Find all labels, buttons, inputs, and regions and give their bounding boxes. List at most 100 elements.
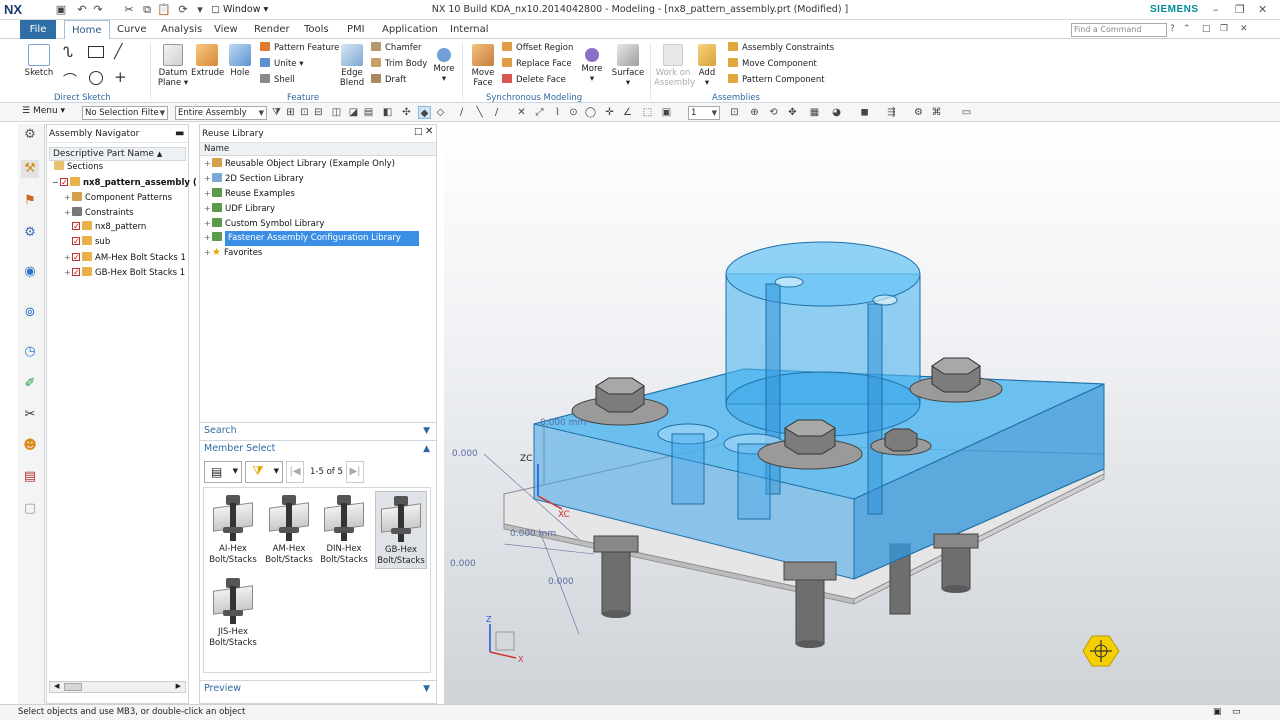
pattern-feature-button[interactable]: Pattern Feature [260, 41, 339, 55]
tree-node-nx8-pattern-assembly[interactable]: − nx8_pattern_assembly ( [52, 175, 197, 190]
restore-button[interactable]: ❐ [1235, 3, 1245, 16]
fit-view-icon[interactable]: ⊡ [728, 106, 741, 119]
select-all-icon[interactable]: ⊡ [298, 106, 311, 119]
visibility-checkbox[interactable] [72, 265, 80, 280]
tab-tools[interactable]: Tools [297, 20, 336, 39]
snap-point-icon[interactable]: ⊙ [567, 106, 580, 119]
feature-more-button[interactable]: More ▾ [431, 44, 457, 84]
history-icon[interactable]: ◷ [21, 343, 39, 361]
member-tile[interactable]: GB-Hex Bolt/Stacks [375, 491, 427, 569]
deselect-icon[interactable]: ⊟ [312, 106, 325, 119]
type-filter-dropdown[interactable]: No Selection Filte ▼ [82, 106, 168, 120]
tree-node-gb-hex-bolt-stacks[interactable]: + GB-Hex Bolt Stacks 1 [64, 265, 185, 280]
system-materials-icon[interactable]: ▤ [21, 468, 39, 486]
snap-quadrant-icon[interactable]: ⌇ [551, 106, 564, 119]
snap-face-icon[interactable]: ⬚ [641, 106, 654, 119]
profile-icon[interactable]: ᔐ [63, 45, 73, 61]
next-page-button[interactable]: ▶| [346, 461, 364, 483]
roles-icon[interactable]: ☻ [21, 437, 39, 455]
circle-icon[interactable] [89, 71, 103, 85]
highlight-icon[interactable]: ◪ [347, 106, 360, 119]
part-navigator-icon[interactable]: ⚙ [21, 224, 39, 242]
snap-intersection-icon[interactable]: ✕ [515, 106, 528, 119]
member-tile[interactable]: AI-Hex Bolt/Stacks [207, 491, 259, 569]
snap-control-icon[interactable]: / [490, 106, 503, 119]
graphics-window[interactable]: 0.000 mm 0.000 0.000 mm 0.000 0.000 ZC X… [444, 124, 1280, 704]
move-face-button[interactable]: Move Face [468, 44, 498, 88]
pan-icon[interactable]: ✥ [786, 106, 799, 119]
add-component-button[interactable]: Add ▾ [694, 44, 720, 88]
datum-plane-button[interactable]: Datum Plane ▾ [157, 44, 189, 88]
toolbar-options-icon[interactable]: ▭ [960, 106, 973, 119]
zoom-icon[interactable]: ⊕ [748, 106, 761, 119]
tab-view[interactable]: View [207, 20, 245, 39]
orient-view-icon[interactable]: ▦ [808, 106, 821, 119]
manufacturing-wizard-icon[interactable]: ✂ [21, 406, 39, 424]
offset-region-button[interactable]: Offset Region [502, 41, 573, 55]
gear-icon[interactable]: ⚙ [21, 126, 39, 144]
delete-face-button[interactable]: Delete Face [502, 73, 566, 87]
display-options-icon[interactable]: ⚙ [912, 106, 925, 119]
view-mode-dropdown[interactable]: ▤ ▼ [204, 461, 242, 483]
snap-icon[interactable]: ◫ [330, 106, 343, 119]
member-select-section-header[interactable]: Member Select ▲ [200, 440, 436, 456]
panel-pin-icon[interactable]: ▬ [175, 128, 184, 139]
surface-button[interactable]: Surface ▾ [611, 44, 645, 88]
restore-window-icon[interactable]: ❐ [1220, 24, 1228, 34]
sync-more-button[interactable]: More ▾ [579, 44, 605, 84]
tree-node-sub[interactable]: sub [72, 234, 110, 250]
work-on-assembly-button[interactable]: Work on Assembly [654, 44, 695, 88]
pattern-component-button[interactable]: Pattern Component [728, 73, 825, 87]
tree-node-am-hex-bolt-stacks[interactable]: + AM-Hex Bolt Stacks 1 [64, 250, 186, 265]
draft-button[interactable]: Draft [371, 73, 406, 87]
library-item-reusable-object[interactable]: + Reusable Object Library (Example Only) [204, 156, 395, 171]
panel-restore-icon[interactable]: □ [414, 127, 423, 137]
general-filter-icon[interactable]: ⊞ [284, 106, 297, 119]
close-button[interactable]: ✕ [1258, 3, 1267, 16]
preview-section-header[interactable]: Preview ▼ [200, 680, 436, 696]
tab-curve[interactable]: Curve [110, 20, 154, 39]
component-icon[interactable]: ▤ [362, 106, 375, 119]
line-icon[interactable]: ╱ [114, 44, 122, 60]
menu-button[interactable]: ☰ Menu ▾ [22, 106, 65, 116]
minimize-button[interactable]: – [1213, 3, 1219, 16]
library-item-udf[interactable]: + UDF Library [204, 201, 275, 216]
member-tile[interactable]: AM-Hex Bolt/Stacks [263, 491, 315, 569]
blank-tab-icon[interactable]: ▢ [21, 500, 39, 518]
horizontal-scrollbar[interactable]: ◀ ▶ [49, 681, 186, 693]
hole-button[interactable]: Hole [226, 44, 254, 78]
rendering-style-icon[interactable]: ◕ [830, 106, 843, 119]
tab-application[interactable]: Application [375, 20, 445, 39]
solid-selection-icon[interactable]: ◆ [418, 106, 431, 119]
view-icon[interactable]: ✣ [400, 106, 413, 119]
constraint-navigator-icon[interactable]: ⚑ [21, 192, 39, 210]
tree-node-component-patterns[interactable]: + Component Patterns [64, 190, 172, 205]
rectangle-icon[interactable] [88, 46, 104, 58]
scrollbar-thumb[interactable] [64, 683, 82, 691]
replace-face-button[interactable]: Replace Face [502, 57, 572, 71]
library-item-favorites[interactable]: +★ Favorites [204, 245, 262, 260]
work-layer-dropdown[interactable]: 1 ▼ [688, 106, 720, 120]
unite-button[interactable]: Unite ▾ [260, 57, 304, 71]
arc-icon[interactable]: ⌒ [63, 70, 77, 90]
selection-scope-dropdown[interactable]: Entire Assembly ▼ [175, 106, 267, 120]
trim-body-button[interactable]: Trim Body [371, 57, 427, 71]
snap-bounded-icon[interactable]: ▣ [660, 106, 673, 119]
snap-arc-center-icon[interactable]: ⤢ [533, 106, 546, 119]
web-browser-icon[interactable]: ⊚ [21, 304, 39, 322]
tab-internal[interactable]: Internal [443, 20, 496, 39]
member-tile[interactable]: DIN-Hex Bolt/Stacks [318, 491, 370, 569]
sketch-button[interactable]: Sketch [24, 44, 54, 78]
close-part-icon[interactable]: ✕ [1240, 24, 1248, 34]
column-header-descriptive-part-name[interactable]: Descriptive Part Name ▲ [49, 147, 186, 161]
tab-pmi[interactable]: PMI [340, 20, 372, 39]
library-item-reuse-examples[interactable]: + Reuse Examples [204, 186, 295, 201]
edit-section-icon[interactable]: ◼ [858, 106, 871, 119]
filter-icon[interactable]: ⧩ [270, 106, 283, 119]
snap-existing-icon[interactable]: ✛ [603, 106, 616, 119]
work-view-icon[interactable]: ⌘ [930, 106, 943, 119]
snap-midpoint-icon[interactable]: ╲ [473, 106, 486, 119]
tree-node-sections[interactable]: Sections [54, 160, 103, 175]
maximize-graphics-icon[interactable]: □ [1202, 24, 1211, 34]
library-item-fastener-assembly[interactable]: + Fastener Assembly Configuration Library [204, 230, 419, 246]
